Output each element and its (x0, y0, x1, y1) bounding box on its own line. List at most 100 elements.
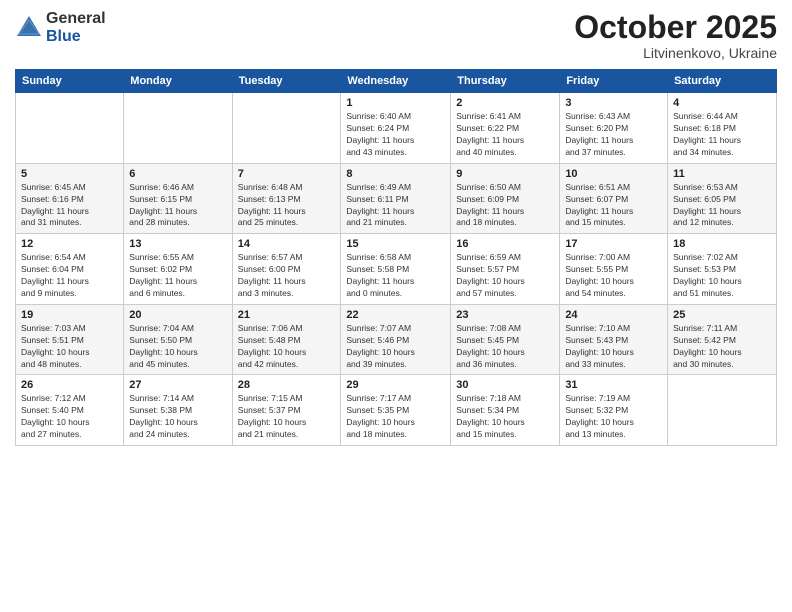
calendar-cell: 6 Sunrise: 6:46 AM Sunset: 6:15 PM Daylig… (124, 163, 232, 234)
day-number: 13 (129, 238, 226, 250)
day-number: 30 (456, 379, 554, 391)
day-number: 10 (565, 168, 662, 180)
day-info: Sunrise: 7:11 AM Sunset: 5:42 PM Dayligh… (673, 323, 771, 371)
day-info: Sunrise: 6:50 AM Sunset: 6:09 PM Dayligh… (456, 182, 554, 230)
calendar-cell: 16Sunrise: 6:59 AM Sunset: 5:57 PM Dayli… (451, 234, 560, 305)
day-number: 14 (238, 238, 336, 250)
day-info: Sunrise: 6:45 AM Sunset: 6:16 PM Dayligh… (21, 182, 118, 230)
calendar-cell: 25 Sunrise: 7:11 AM Sunset: 5:42 PM Dayli… (668, 304, 777, 375)
day-number: 6 (129, 168, 226, 180)
day-info: Sunrise: 7:07 AM Sunset: 5:46 PM Dayligh… (346, 323, 445, 371)
calendar-cell: 1 Sunrise: 6:40 AM Sunset: 6:24 PM Daylig… (341, 93, 451, 164)
day-info: Sunrise: 6:46 AM Sunset: 6:15 PM Dayligh… (129, 182, 226, 230)
day-number: 17 (565, 238, 662, 250)
day-info: Sunrise: 6:51 AM Sunset: 6:07 PM Dayligh… (565, 182, 662, 230)
calendar-cell: 8Sunrise: 6:49 AM Sunset: 6:11 PM Daylig… (341, 163, 451, 234)
day-number: 26 (21, 379, 118, 391)
calendar-cell: 15 Sunrise: 6:58 AM Sunset: 5:58 PM Dayli… (341, 234, 451, 305)
day-number: 19 (21, 309, 118, 321)
day-info: Sunrise: 6:55 AM Sunset: 6:02 PM Dayligh… (129, 252, 226, 300)
calendar-cell: 28Sunrise: 7:15 AM Sunset: 5:37 PM Dayli… (232, 375, 341, 446)
calendar-cell: 9 Sunrise: 6:50 AM Sunset: 6:09 PM Daylig… (451, 163, 560, 234)
logo: General Blue (15, 10, 106, 45)
calendar-cell: 27 Sunrise: 7:14 AM Sunset: 5:38 PM Dayli… (124, 375, 232, 446)
calendar-cell: 5 Sunrise: 6:45 AM Sunset: 6:16 PM Daylig… (16, 163, 124, 234)
day-number: 11 (673, 168, 771, 180)
day-number: 3 (565, 97, 662, 109)
day-info: Sunrise: 7:00 AM Sunset: 5:55 PM Dayligh… (565, 252, 662, 300)
calendar-cell: 7Sunrise: 6:48 AM Sunset: 6:13 PM Daylig… (232, 163, 341, 234)
day-info: Sunrise: 7:03 AM Sunset: 5:51 PM Dayligh… (21, 323, 118, 371)
calendar-cell: 20 Sunrise: 7:04 AM Sunset: 5:50 PM Dayli… (124, 304, 232, 375)
calendar-cell: 12 Sunrise: 6:54 AM Sunset: 6:04 PM Dayli… (16, 234, 124, 305)
calendar-cell: 21 Sunrise: 7:06 AM Sunset: 5:48 PM Dayli… (232, 304, 341, 375)
day-number: 21 (238, 309, 336, 321)
calendar-cell: 24 Sunrise: 7:10 AM Sunset: 5:43 PM Dayli… (560, 304, 668, 375)
logo-blue-label: Blue (46, 28, 106, 46)
day-number: 25 (673, 309, 771, 321)
calendar-cell: 26 Sunrise: 7:12 AM Sunset: 5:40 PM Dayli… (16, 375, 124, 446)
calendar-cell: 18 Sunrise: 7:02 AM Sunset: 5:53 PM Dayli… (668, 234, 777, 305)
day-info: Sunrise: 6:40 AM Sunset: 6:24 PM Dayligh… (346, 111, 445, 159)
week-row-2: 12 Sunrise: 6:54 AM Sunset: 6:04 PM Dayli… (16, 234, 777, 305)
col-saturday: Saturday (668, 70, 777, 93)
day-number: 4 (673, 97, 771, 109)
calendar-cell: 11 Sunrise: 6:53 AM Sunset: 6:05 PM Dayli… (668, 163, 777, 234)
day-info: Sunrise: 7:02 AM Sunset: 5:53 PM Dayligh… (673, 252, 771, 300)
header: General Blue October 2025 Litvinenkovo, … (15, 10, 777, 61)
day-number: 9 (456, 168, 554, 180)
day-number: 22 (346, 309, 445, 321)
day-info: Sunrise: 7:17 AM Sunset: 5:35 PM Dayligh… (346, 393, 445, 441)
day-info: Sunrise: 7:12 AM Sunset: 5:40 PM Dayligh… (21, 393, 118, 441)
calendar-cell: 29 Sunrise: 7:17 AM Sunset: 5:35 PM Dayli… (341, 375, 451, 446)
day-info: Sunrise: 6:58 AM Sunset: 5:58 PM Dayligh… (346, 252, 445, 300)
day-number: 28 (238, 379, 336, 391)
calendar-cell: 2Sunrise: 6:41 AM Sunset: 6:22 PM Daylig… (451, 93, 560, 164)
day-info: Sunrise: 7:04 AM Sunset: 5:50 PM Dayligh… (129, 323, 226, 371)
calendar-cell (124, 93, 232, 164)
col-tuesday: Tuesday (232, 70, 341, 93)
day-number: 24 (565, 309, 662, 321)
day-number: 1 (346, 97, 445, 109)
day-info: Sunrise: 7:10 AM Sunset: 5:43 PM Dayligh… (565, 323, 662, 371)
day-info: Sunrise: 6:53 AM Sunset: 6:05 PM Dayligh… (673, 182, 771, 230)
day-number: 15 (346, 238, 445, 250)
col-sunday: Sunday (16, 70, 124, 93)
logo-icon (15, 14, 43, 42)
calendar-cell: 22 Sunrise: 7:07 AM Sunset: 5:46 PM Dayli… (341, 304, 451, 375)
location-subtitle: Litvinenkovo, Ukraine (574, 45, 777, 61)
day-number: 20 (129, 309, 226, 321)
calendar-cell: 4 Sunrise: 6:44 AM Sunset: 6:18 PM Daylig… (668, 93, 777, 164)
day-info: Sunrise: 7:08 AM Sunset: 5:45 PM Dayligh… (456, 323, 554, 371)
day-number: 2 (456, 97, 554, 109)
day-info: Sunrise: 7:06 AM Sunset: 5:48 PM Dayligh… (238, 323, 336, 371)
calendar-cell (232, 93, 341, 164)
day-info: Sunrise: 6:44 AM Sunset: 6:18 PM Dayligh… (673, 111, 771, 159)
calendar-cell: 19 Sunrise: 7:03 AM Sunset: 5:51 PM Dayli… (16, 304, 124, 375)
col-wednesday: Wednesday (341, 70, 451, 93)
calendar-table: Sunday Monday Tuesday Wednesday Thursday… (15, 69, 777, 446)
header-row: Sunday Monday Tuesday Wednesday Thursday… (16, 70, 777, 93)
day-number: 7 (238, 168, 336, 180)
day-info: Sunrise: 7:14 AM Sunset: 5:38 PM Dayligh… (129, 393, 226, 441)
day-number: 27 (129, 379, 226, 391)
day-number: 18 (673, 238, 771, 250)
col-thursday: Thursday (451, 70, 560, 93)
day-number: 16 (456, 238, 554, 250)
week-row-1: 5 Sunrise: 6:45 AM Sunset: 6:16 PM Daylig… (16, 163, 777, 234)
day-number: 29 (346, 379, 445, 391)
col-friday: Friday (560, 70, 668, 93)
calendar-cell (668, 375, 777, 446)
day-number: 5 (21, 168, 118, 180)
title-block: October 2025 Litvinenkovo, Ukraine (574, 10, 777, 61)
week-row-0: 1 Sunrise: 6:40 AM Sunset: 6:24 PM Daylig… (16, 93, 777, 164)
calendar-cell: 13 Sunrise: 6:55 AM Sunset: 6:02 PM Dayli… (124, 234, 232, 305)
week-row-4: 26 Sunrise: 7:12 AM Sunset: 5:40 PM Dayli… (16, 375, 777, 446)
calendar-cell: 14Sunrise: 6:57 AM Sunset: 6:00 PM Dayli… (232, 234, 341, 305)
col-monday: Monday (124, 70, 232, 93)
day-info: Sunrise: 6:54 AM Sunset: 6:04 PM Dayligh… (21, 252, 118, 300)
day-number: 12 (21, 238, 118, 250)
calendar-cell: 23Sunrise: 7:08 AM Sunset: 5:45 PM Dayli… (451, 304, 560, 375)
day-info: Sunrise: 6:43 AM Sunset: 6:20 PM Dayligh… (565, 111, 662, 159)
logo-general-label: General (46, 10, 106, 28)
